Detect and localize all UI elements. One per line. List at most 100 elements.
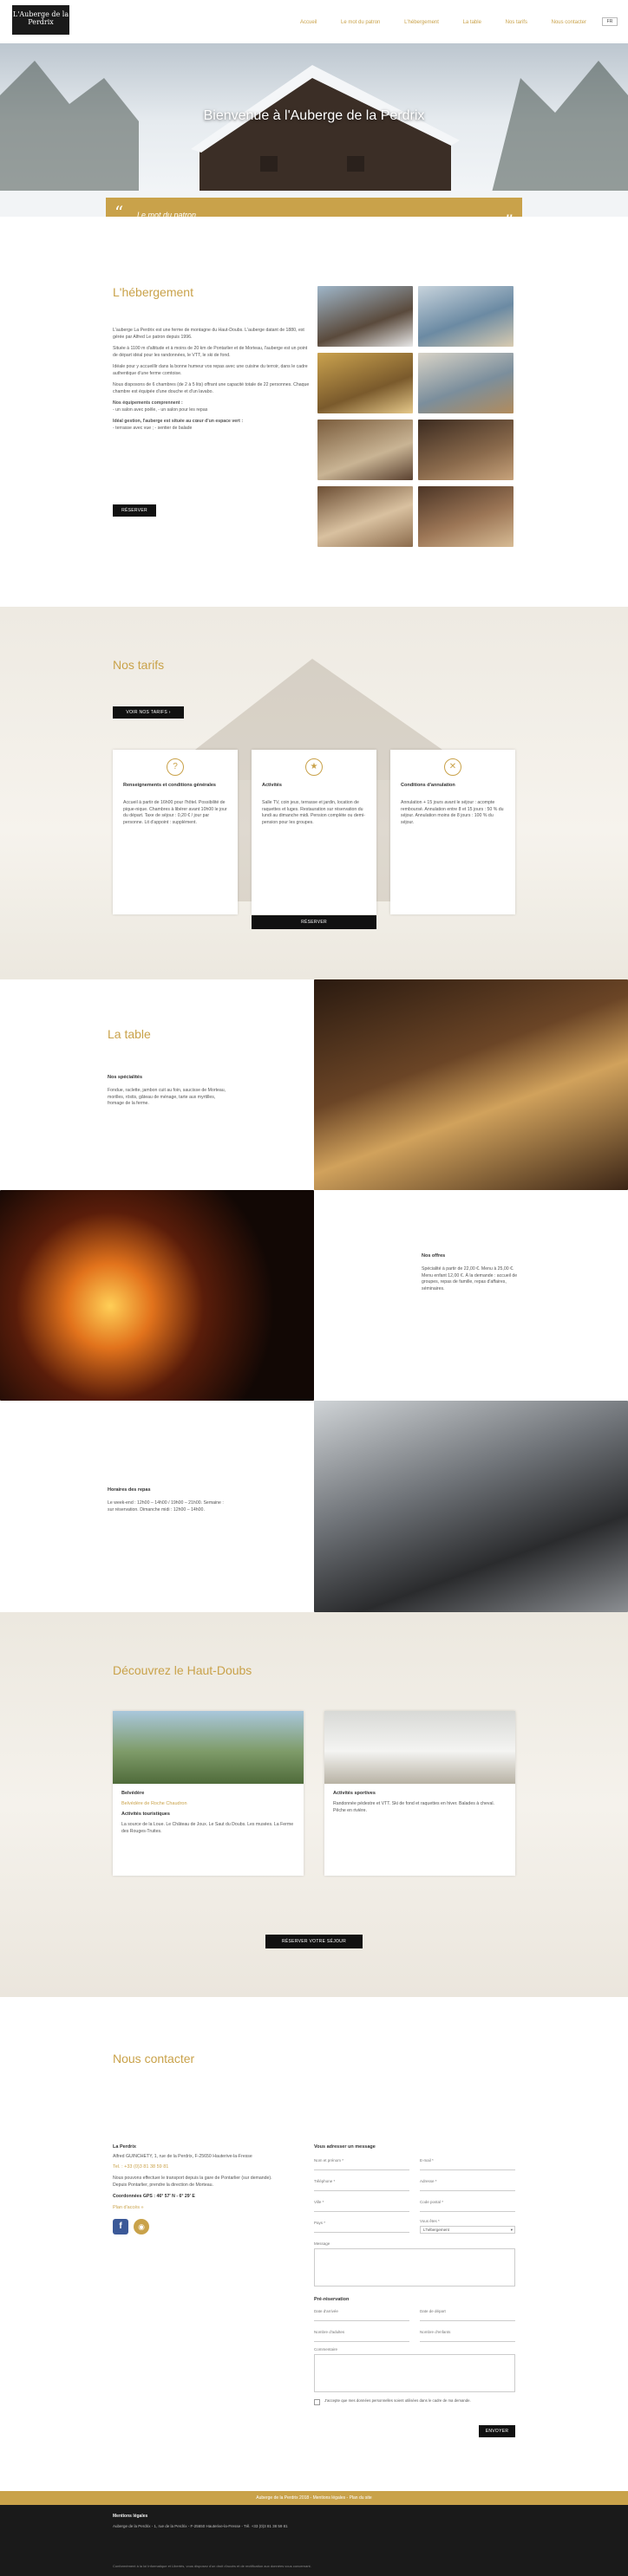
footer-legal-text: Conformément à la loi Informatique et Li…	[113, 2564, 311, 2568]
send-button[interactable]: Envoyer	[479, 2425, 515, 2437]
consent-text: J'accepte que mes données personnelles s…	[324, 2398, 471, 2403]
arrival-date-field[interactable]: Date d'arrivée	[314, 2309, 409, 2321]
comment-textarea[interactable]	[314, 2354, 515, 2392]
quote-open-icon: “	[114, 202, 124, 217]
quote-label: Le mot du patron	[137, 211, 197, 217]
vous-etes-select[interactable]: L'hébergement ▾	[420, 2226, 515, 2234]
card-text: Randonnée pédestre et VTT. Ski de fond e…	[333, 1801, 495, 1813]
name-field[interactable]: Nom et prénom *	[314, 2158, 409, 2170]
tarif-card-title: Conditions d'annulation	[401, 783, 455, 788]
decouvrez-section: Découvrez le Haut-Doubs Belvédère Belvéd…	[0, 1612, 628, 1997]
city-field[interactable]: Ville *	[314, 2200, 409, 2212]
message-label: Message	[314, 2241, 330, 2246]
card-text: La source de la Loue. Le Château de Joux…	[121, 1822, 294, 1834]
hero-banner: Bienvenue à l'Auberge de la Perdrix “ Le…	[0, 43, 628, 217]
belvedere-link[interactable]: Belvédère de Roche Chaudron	[121, 1801, 187, 1807]
language-selector[interactable]: FR	[602, 17, 618, 26]
equip-title: Nos équipements comprennent :	[113, 400, 183, 407]
comment-label: Commentaire	[314, 2347, 338, 2352]
offres-title: Nos offres	[422, 1253, 446, 1259]
photo-bedroom-yellow[interactable]	[317, 353, 413, 413]
tripadvisor-icon[interactable]: ◉	[134, 2218, 149, 2234]
tarifs-section: Nos tarifs Voir nos tarifs › ? Renseigne…	[0, 607, 628, 979]
horaires-block: Horaires des repas Le week-end : 12h00 –…	[108, 1487, 229, 1513]
nav-item-accueil[interactable]: Accueil	[300, 19, 317, 26]
photo-farm-exterior[interactable]	[317, 286, 413, 347]
tarifs-reserve-button[interactable]: Réserver	[252, 915, 376, 929]
voir-tarifs-button[interactable]: Voir nos tarifs ›	[113, 706, 184, 719]
patron-quote-banner[interactable]: “ Le mot du patron ”	[106, 198, 522, 217]
offres-text: Spécialité à partir de 22,00 €. Menu à 2…	[422, 1266, 518, 1292]
contact-section: Nous contacter La Perdrix Alfred GUINCHE…	[0, 1997, 628, 2491]
equip-list: - un salon avec poêle, - un salon pour l…	[113, 407, 208, 413]
photo-salon[interactable]	[418, 486, 514, 547]
top-navbar: L'Auberge de la Perdrix Accueil Le mot d…	[0, 0, 628, 43]
contact-form: Vous adresser un message	[314, 2144, 515, 2150]
zip-field[interactable]: Code postal *	[420, 2200, 515, 2212]
contact-name: La Perdrix	[113, 2144, 136, 2150]
photo-kitchen-chef[interactable]	[314, 1401, 628, 1612]
photo-restaurant-room[interactable]	[314, 979, 628, 1190]
footer-credits-title: Mentions légales	[113, 2514, 148, 2519]
phone-field[interactable]: Téléphone *	[314, 2179, 409, 2191]
hebergement-p4: Nous disposons de 6 chambres (de 2 à 5 l…	[113, 382, 310, 394]
decouvrez-title: Découvrez le Haut-Doubs	[113, 1663, 252, 1677]
consent-checkbox[interactable]	[314, 2399, 320, 2405]
card-subtitle: Activités touristiques	[121, 1812, 170, 1817]
facebook-icon[interactable]: f	[113, 2218, 128, 2234]
footer: Auberge de la Perdrix 2018 - Mentions lé…	[0, 2491, 628, 2576]
photo-interior[interactable]	[418, 420, 514, 480]
nav-item-table[interactable]: La table	[463, 19, 481, 26]
star-icon: ★	[305, 758, 323, 776]
horaires-title: Horaires des repas	[108, 1487, 151, 1493]
photo-bedroom-blue[interactable]	[418, 286, 514, 347]
nav-item-mot-du-patron[interactable]: Le mot du patron	[341, 19, 380, 26]
question-icon: ?	[167, 758, 184, 776]
hebergement-text: L'auberge La Perdrix est une ferme de mo…	[113, 328, 312, 432]
plan-acces-link[interactable]: Plan d'accès »	[113, 2205, 286, 2211]
ideal-title: Idéal gestion, l'auberge est située au c…	[113, 419, 244, 425]
tarif-card-activites: ★ Activités Salle TV, coin jeux, terrass…	[252, 750, 376, 914]
country-field[interactable]: Pays *	[314, 2221, 409, 2233]
tarif-card-title: Renseignements et conditions générales	[123, 783, 216, 788]
tarif-card-text: Accueil à partir de 16h00 pour l'hôtel. …	[123, 800, 227, 825]
email-field[interactable]: E-mail *	[420, 2158, 515, 2170]
cancel-icon: ✕	[444, 758, 461, 776]
nav-item-tarifs[interactable]: Nos tarifs	[506, 19, 527, 26]
decouvrez-card-sports: Activités sportives Randonnée pédestre e…	[324, 1711, 515, 1876]
hebergement-p1: L'auberge La Perdrix est une ferme de mo…	[113, 328, 304, 340]
adults-field[interactable]: Nombre d'adultes	[314, 2330, 409, 2342]
specialites-block: Nos spécialités Fondue, raclette, jambon…	[108, 1075, 229, 1108]
nav-item-contact[interactable]: Nous contacter	[552, 19, 586, 26]
hebergement-p2: Située à 1100 m d'altitude et à moins de…	[113, 346, 308, 358]
message-textarea[interactable]	[314, 2248, 515, 2287]
departure-date-field[interactable]: Date de départ	[420, 2309, 515, 2321]
contact-gps: Coordonnées GPS : 46° 57' N - 6° 29' E	[113, 2194, 195, 2200]
main-menu: Accueil Le mot du patron L'hébergement L…	[300, 19, 586, 26]
photo-belvedere[interactable]	[113, 1711, 304, 1784]
contact-phone[interactable]: Tel. : +33 (0)3 81 38 59 81	[113, 2164, 286, 2170]
contact-title: Nous contacter	[113, 2052, 195, 2065]
tarif-card-text: Salle TV, coin jeux, terrasse et jardin,…	[262, 800, 365, 825]
form-title: Vous adresser un message	[314, 2144, 376, 2150]
photo-dining-room[interactable]	[317, 420, 413, 480]
reservation-title: Pré-réservation	[314, 2297, 350, 2302]
table-section: La table Nos spécialités Fondue, raclett…	[0, 979, 628, 1612]
photo-bedroom-wood[interactable]	[317, 486, 413, 547]
reserve-sejour-button[interactable]: Réserver votre séjour	[265, 1935, 363, 1948]
children-field[interactable]: Nombre d'enfants	[420, 2330, 515, 2342]
hebergement-section: L'hébergement L'auberge La Perdrix est u…	[0, 217, 628, 607]
photo-fireplace[interactable]	[0, 1190, 314, 1401]
decouvrez-card-belvedere: Belvédère Belvédère de Roche Chaudron Ac…	[113, 1711, 304, 1876]
photo-bedroom-twin[interactable]	[418, 353, 514, 413]
nav-item-hebergement[interactable]: L'hébergement	[404, 19, 439, 26]
footer-credits-text: Auberge de la Perdrix - 1, rue de la Per…	[113, 2524, 288, 2528]
site-logo[interactable]: L'Auberge de la Perdrix	[12, 5, 69, 35]
address-field[interactable]: Adresse *	[420, 2179, 515, 2191]
contact-info: La Perdrix Alfred GUINCHETY, 1, rue de l…	[113, 2144, 286, 2234]
card-label: Activités sportives	[333, 1791, 376, 1796]
offres-block: Nos offres Spécialité à partir de 22,00 …	[422, 1253, 526, 1293]
photo-snowshoe-hikers[interactable]	[324, 1711, 515, 1784]
hebergement-reserve-button[interactable]: Réserver	[113, 504, 156, 517]
footer-links[interactable]: Auberge de la Perdrix 2018 - Mentions lé…	[0, 2491, 628, 2505]
